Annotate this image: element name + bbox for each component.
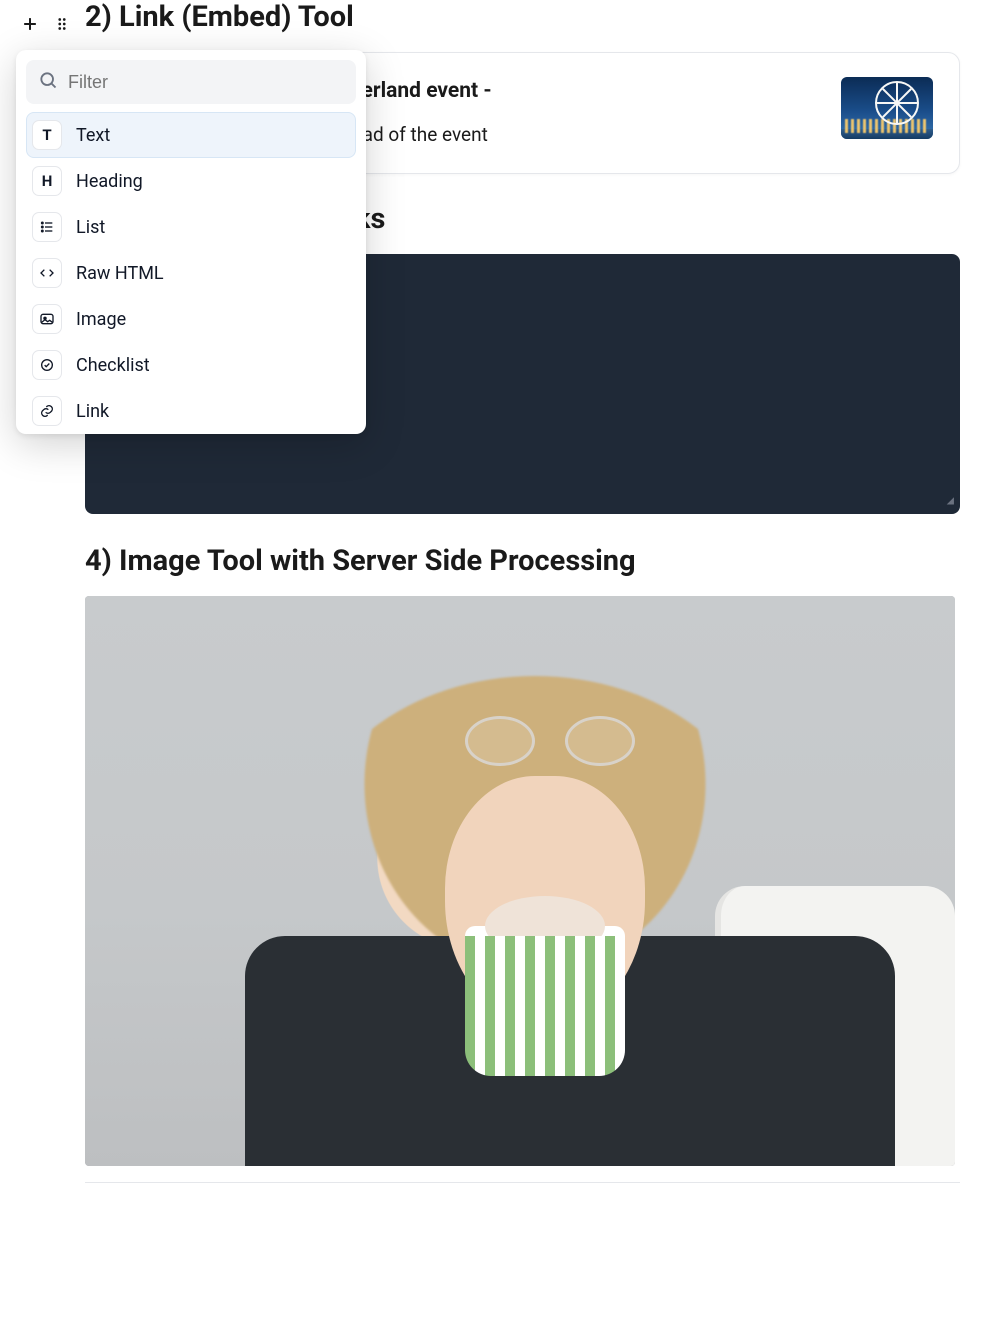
text-icon: T — [32, 120, 62, 150]
drag-handle[interactable] — [50, 12, 74, 36]
toolbox-item-list[interactable]: List — [26, 204, 356, 250]
toolbox-item-label: Link — [76, 401, 109, 422]
block-toolbox-popover: T Text H Heading List Raw HTML Image Che… — [16, 50, 366, 434]
toolbox-item-checklist[interactable]: Checklist — [26, 342, 356, 388]
toolbox-item-text[interactable]: T Text — [26, 112, 356, 158]
link-card-thumbnail — [841, 77, 933, 139]
toolbox-item-raw-html[interactable]: Raw HTML — [26, 250, 356, 296]
toolbox-item-label: Raw HTML — [76, 263, 164, 284]
image-icon — [32, 304, 62, 334]
resize-handle-icon[interactable]: ◢ — [947, 490, 954, 510]
toolbox-filter-input[interactable] — [68, 72, 344, 93]
code-icon — [32, 258, 62, 288]
toolbox-item-image[interactable]: Image — [26, 296, 356, 342]
add-block-button[interactable] — [18, 12, 42, 36]
toolbox-item-label: List — [76, 217, 105, 238]
toolbox-item-label: Text — [76, 125, 110, 146]
toolbox-filter[interactable] — [26, 60, 356, 104]
toolbox-item-label: Checklist — [76, 355, 150, 376]
check-icon — [32, 350, 62, 380]
link-icon — [32, 396, 62, 426]
toolbox-item-label: Heading — [76, 171, 143, 192]
search-icon — [38, 70, 58, 94]
toolbox-item-heading[interactable]: H Heading — [26, 158, 356, 204]
list-icon — [32, 212, 62, 242]
next-block-outline — [85, 1182, 960, 1183]
image-tool-preview[interactable] — [85, 596, 955, 1166]
section-2-title: 2) Link (Embed) Tool — [85, 0, 960, 34]
toolbox-item-label: Image — [76, 309, 126, 330]
section-4-title: 4) Image Tool with Server Side Processin… — [85, 544, 960, 578]
heading-icon: H — [32, 166, 62, 196]
toolbox-item-link[interactable]: Link — [26, 388, 356, 434]
